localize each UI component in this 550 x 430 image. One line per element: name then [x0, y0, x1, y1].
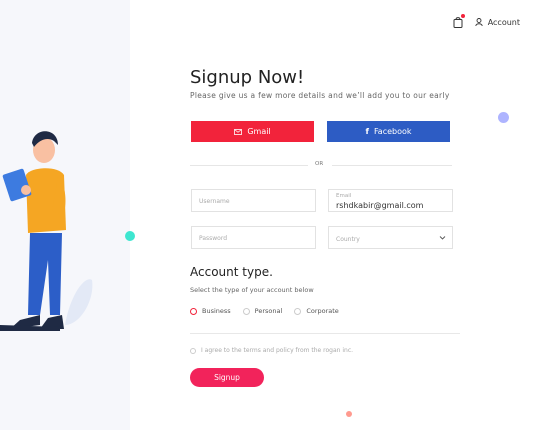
- facebook-label: Facebook: [373, 127, 412, 136]
- radio-corporate[interactable]: Corporate: [294, 307, 339, 315]
- radio-personal[interactable]: Personal: [242, 307, 283, 315]
- page-subtitle: Please give us a few more details and we…: [190, 91, 450, 100]
- top-bar: Account: [453, 14, 520, 28]
- page-title: Signup Now!: [190, 67, 305, 88]
- gmail-button[interactable]: Gmail: [191, 121, 314, 142]
- radio-label: Corporate: [306, 307, 339, 315]
- country-select[interactable]: Country: [328, 226, 453, 249]
- signup-button[interactable]: Signup: [190, 368, 264, 387]
- or-separator: OR: [315, 161, 324, 167]
- mail-icon: [234, 128, 243, 135]
- radio-indicator: [190, 307, 197, 315]
- facebook-button[interactable]: f Facebook: [327, 121, 450, 142]
- chevron-down-icon: [439, 236, 446, 240]
- decorative-dot: [498, 112, 509, 123]
- email-value: rshdkabir@gmail.com: [336, 201, 424, 210]
- divider-left: [190, 165, 308, 166]
- radio-indicator: [294, 307, 302, 315]
- decorative-dot: [346, 411, 352, 417]
- username-field[interactable]: Username: [191, 189, 316, 212]
- cart-button[interactable]: [453, 14, 465, 28]
- password-field[interactable]: Password: [191, 226, 316, 249]
- account-type-title: Account type.: [190, 265, 273, 279]
- account-label: Account: [487, 17, 520, 27]
- account-type-subtitle: Select the type of your account below: [190, 286, 314, 294]
- account-type-options: Business Personal Corporate: [190, 307, 339, 315]
- facebook-icon: f: [365, 127, 369, 136]
- email-field[interactable]: Email rshdkabir@gmail.com: [328, 189, 453, 212]
- radio-business[interactable]: Business: [190, 307, 231, 315]
- user-icon: [475, 18, 483, 26]
- password-placeholder: Password: [199, 235, 228, 242]
- cart-badge: [460, 14, 465, 18]
- terms-checkbox[interactable]: [190, 347, 196, 354]
- country-placeholder: Country: [336, 236, 360, 243]
- radio-label: Personal: [254, 307, 283, 315]
- left-panel: [0, 0, 130, 430]
- terms-checkbox-row[interactable]: I agree to the terms and policy from the…: [190, 347, 353, 354]
- person-illustration: [0, 131, 93, 331]
- email-label: Email: [336, 193, 352, 199]
- terms-label: I agree to the terms and policy from the…: [201, 347, 354, 354]
- section-divider: [190, 333, 460, 334]
- radio-label: Business: [202, 307, 231, 315]
- username-placeholder: Username: [199, 198, 230, 205]
- gmail-label: Gmail: [247, 127, 271, 136]
- radio-indicator: [242, 307, 250, 315]
- decorative-dot: [125, 231, 135, 241]
- account-link[interactable]: Account: [475, 18, 520, 27]
- divider-right: [332, 165, 452, 166]
